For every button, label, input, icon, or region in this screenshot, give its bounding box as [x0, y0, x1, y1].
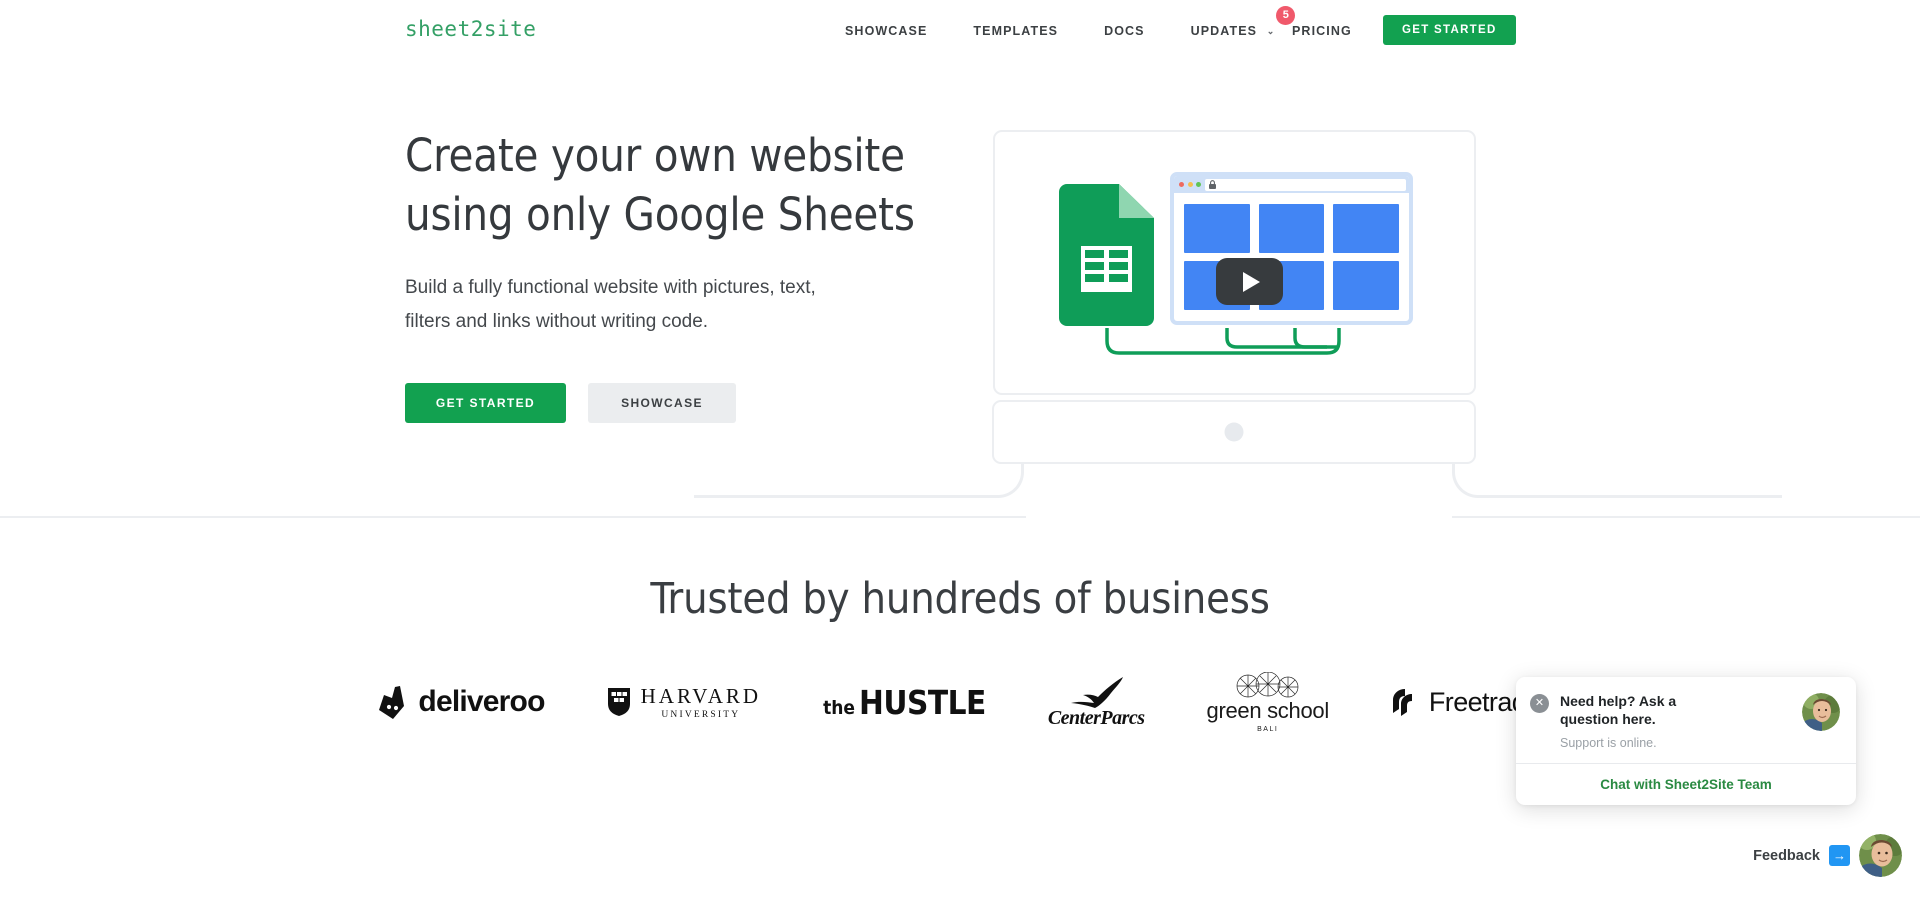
deliveroo-mark-icon: [379, 685, 405, 719]
logo-center-parcs: CenterParcs: [1048, 672, 1145, 732]
nav-link-docs-label: DOCS: [1104, 24, 1145, 38]
chat-widget-body: ✕ Need help? Ask a question here. Suppor…: [1516, 677, 1856, 763]
content-tile: [1333, 261, 1399, 310]
logo-the-hustle: the HUSTLE: [823, 672, 986, 732]
window-maximize-dot-icon: [1196, 182, 1201, 187]
user-avatar-icon: [1859, 834, 1902, 877]
hero-subtitle-line-1: Build a fully functional website with pi…: [405, 276, 816, 298]
brand-logo[interactable]: sheet2site: [405, 17, 536, 41]
hero-section: Create your own website using only Googl…: [0, 64, 1920, 519]
feedback-button[interactable]: Feedback →: [1753, 834, 1902, 877]
freetrade-mark-icon: [1392, 689, 1412, 716]
hero-title-line-1: Create your own website: [405, 129, 905, 182]
window-minimize-dot-icon: [1187, 182, 1193, 187]
nav-link-updates[interactable]: UPDATES ⌄ 5: [1190, 6, 1296, 42]
browser-url-bar: [1205, 178, 1406, 191]
chat-widget-title: Need help? Ask a question here.: [1560, 692, 1677, 728]
play-button-icon[interactable]: [1216, 258, 1283, 305]
google-sheets-icon: [1059, 184, 1154, 326]
page-title: Create your own website using only Googl…: [405, 126, 945, 245]
green-school-wordmark: green school: [1206, 697, 1330, 723]
arrow-right-icon: →: [1829, 845, 1850, 866]
content-tile: [1333, 204, 1399, 253]
nav-link-templates[interactable]: TEMPLATES: [973, 20, 1058, 42]
hero-subtitle: Build a fully functional website with pi…: [405, 271, 915, 339]
browser-title-bar: [1174, 176, 1409, 193]
hero-buttons: GET STARTED SHOWCASE: [405, 383, 945, 424]
browser-content-grid: [1174, 193, 1409, 321]
chat-with-team-button[interactable]: Chat with Sheet2Site Team: [1516, 763, 1856, 805]
content-tile: [1258, 204, 1325, 253]
nav-link-templates-label: TEMPLATES: [973, 24, 1059, 38]
logo-deliveroo: deliveroo: [379, 672, 545, 732]
nav-link-showcase-label: SHOWCASE: [845, 24, 928, 38]
nav-links: SHOWCASE TEMPLATES DOCS UPDATES ⌄ 5: [845, 6, 1296, 42]
hustle-the-text: the: [823, 696, 856, 719]
harvard-shield-icon: [607, 688, 630, 716]
play-triangle-icon: [1243, 271, 1260, 292]
window-close-dot-icon: [1179, 182, 1184, 187]
section-divider-right: [1452, 516, 1920, 518]
chat-widget: ✕ Need help? Ask a question here. Suppor…: [1516, 676, 1856, 805]
green-school-subtext: BALI: [1257, 725, 1279, 733]
browser-window-mock: [1170, 172, 1413, 325]
chevron-down-icon: ⌄: [1266, 26, 1276, 36]
nav-link-docs[interactable]: DOCS: [1104, 20, 1145, 42]
top-navigation-bar: sheet2site SHOWCASE TEMPLATES DOCS UPDAT…: [0, 0, 1920, 64]
monitor-stand-right: [1452, 463, 1782, 498]
support-agent-avatar-icon: [1802, 692, 1840, 731]
hero-showcase-button[interactable]: SHOWCASE: [588, 383, 736, 424]
monitor-screen: [993, 130, 1476, 395]
monitor-power-dot-icon: [1224, 422, 1244, 442]
deliveroo-wordmark: deliveroo: [418, 685, 545, 718]
trusted-by-title: Trusted by hundreds of business: [650, 574, 1270, 624]
harvard-subtext: UNIVERSITY: [661, 710, 741, 720]
landing-page: sheet2site SHOWCASE TEMPLATES DOCS UPDAT…: [0, 0, 1920, 900]
hero-copy: Create your own website using only Googl…: [405, 126, 945, 424]
feedback-label: Feedback: [1753, 847, 1820, 864]
logo-harvard: HARVARD UNIVERSITY: [607, 672, 761, 732]
monitor-stand-left: [694, 463, 1024, 498]
nav-get-started-button[interactable]: GET STARTED: [1383, 15, 1516, 45]
center-parcs-wordmark: CenterParcs: [1047, 706, 1145, 729]
feedback-avatar: [1859, 834, 1902, 877]
section-divider-left: [0, 516, 1026, 518]
hustle-wordmark: HUSTLE: [859, 682, 986, 722]
avatar: [1802, 692, 1840, 731]
updates-badge: 5: [1276, 6, 1296, 25]
logo-green-school: green school BALI: [1206, 671, 1330, 733]
monitor-base: [992, 400, 1476, 464]
nav-link-pricing[interactable]: PRICING: [1292, 24, 1352, 38]
nav-link-updates-label: UPDATES: [1190, 24, 1258, 38]
nav-link-showcase[interactable]: SHOWCASE: [845, 20, 927, 42]
green-school-mark-icon: [1236, 671, 1299, 697]
chat-widget-status: Support is online.: [1560, 736, 1657, 750]
content-tile: [1184, 204, 1250, 253]
harvard-wordmark: HARVARD: [640, 684, 762, 708]
hero-get-started-button[interactable]: GET STARTED: [405, 383, 566, 424]
hero-illustration: [992, 130, 1476, 466]
hero-subtitle-line-2: filters and links without writing code.: [405, 310, 709, 332]
lock-icon: [1209, 180, 1216, 189]
center-parcs-bird-icon: [1071, 676, 1124, 708]
close-icon[interactable]: ✕: [1530, 693, 1549, 713]
hero-title-line-2: using only Google Sheets: [405, 188, 915, 242]
